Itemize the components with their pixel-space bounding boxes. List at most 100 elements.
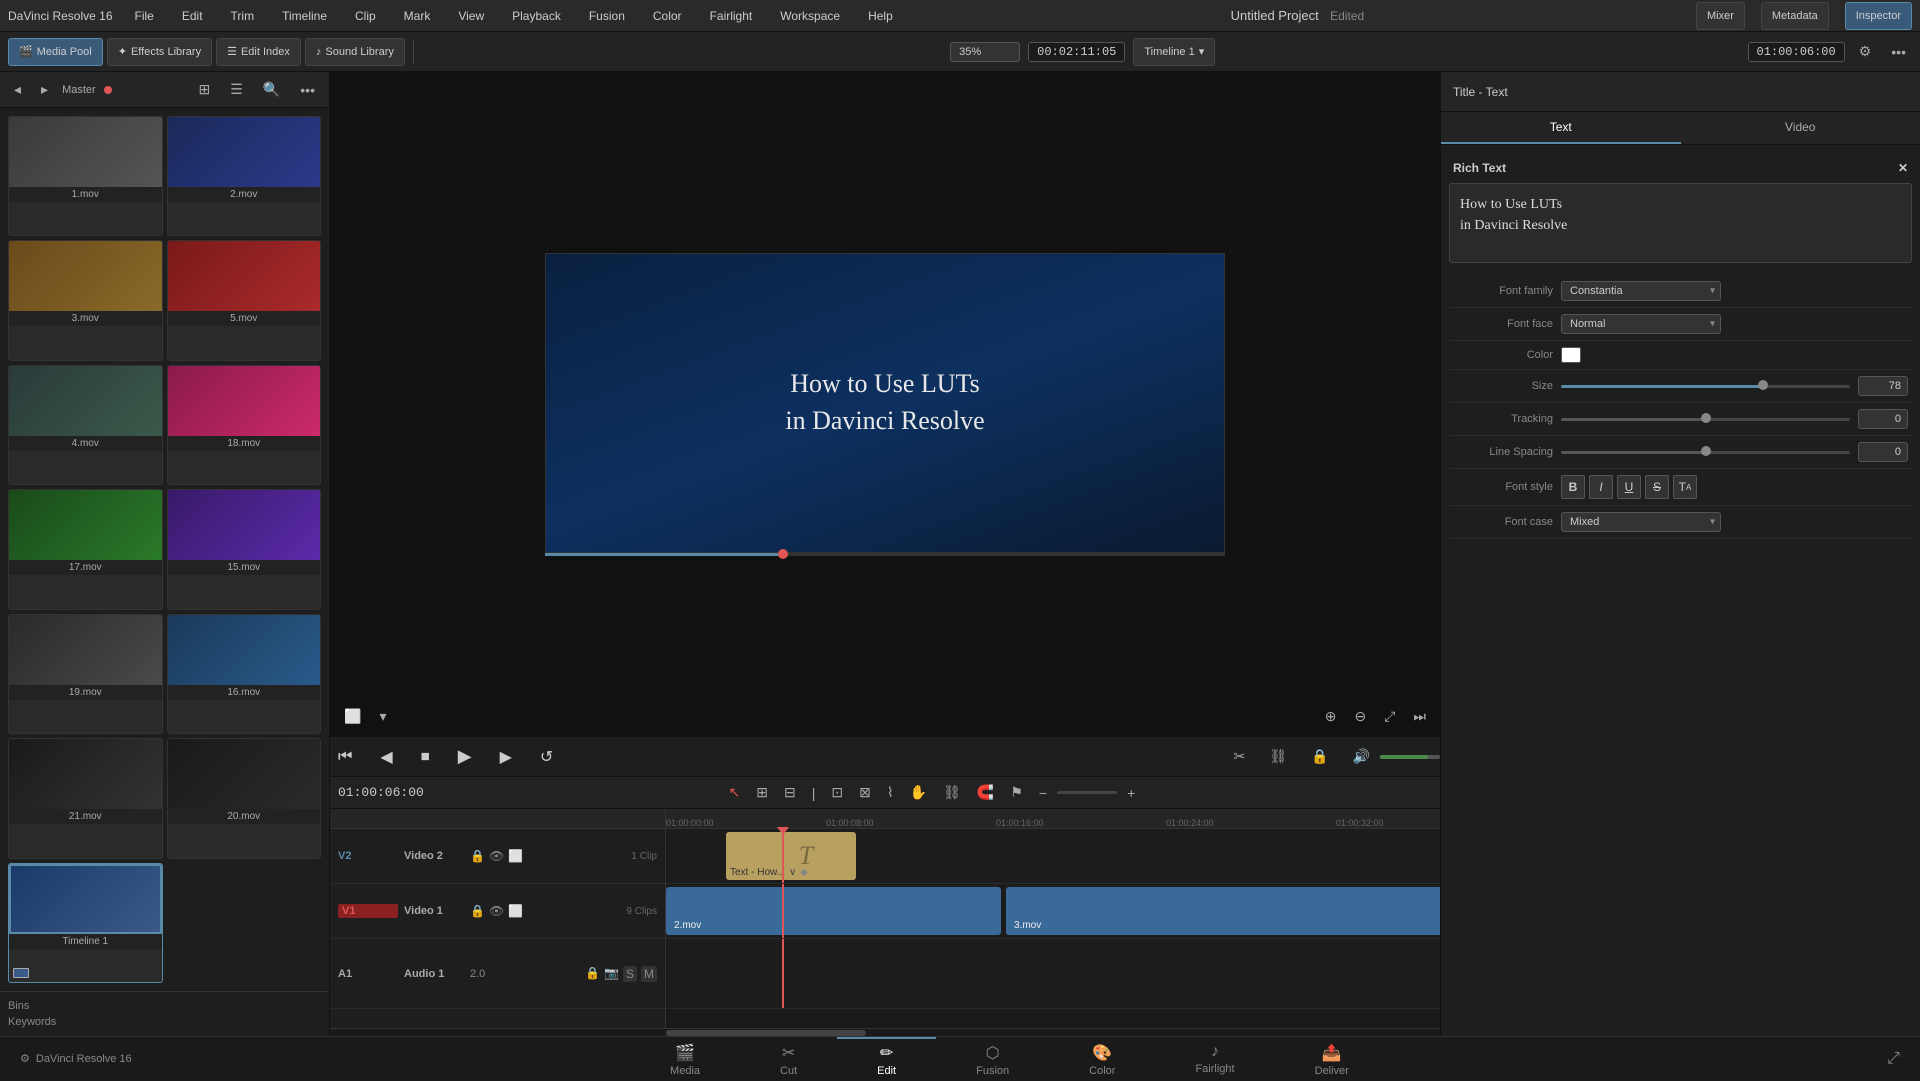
nav-forward[interactable]: ▸ bbox=[35, 78, 54, 101]
list-item[interactable]: 21.mov bbox=[8, 738, 163, 858]
zoom-in-btn[interactable]: ⊕ bbox=[1319, 705, 1343, 728]
metadata-button[interactable]: Metadata bbox=[1761, 2, 1829, 30]
size-input[interactable] bbox=[1858, 376, 1908, 396]
trim-tool[interactable]: ⊞ bbox=[750, 781, 774, 804]
menu-workspace[interactable]: Workspace bbox=[774, 5, 846, 27]
slide-tool[interactable]: ⊠ bbox=[853, 781, 877, 804]
more-options[interactable]: ••• bbox=[294, 79, 321, 101]
list-item[interactable]: 5.mov bbox=[167, 240, 322, 360]
next-frame-button[interactable]: ▶ bbox=[492, 743, 520, 771]
menu-file[interactable]: File bbox=[129, 5, 160, 27]
menu-mark[interactable]: Mark bbox=[398, 5, 437, 27]
strikethrough-button[interactable]: S bbox=[1645, 475, 1669, 499]
nav-edit[interactable]: ✏ Edit bbox=[837, 1037, 936, 1081]
menu-help[interactable]: Help bbox=[862, 5, 899, 27]
a1-s-button[interactable]: S bbox=[623, 966, 637, 982]
maximize-icon[interactable]: ⤢ bbox=[1887, 1050, 1900, 1067]
tracking-input[interactable] bbox=[1858, 409, 1908, 429]
a1-camera-icon[interactable]: 📷 bbox=[604, 966, 619, 982]
line-spacing-thumb[interactable] bbox=[1701, 446, 1711, 456]
eye-icon[interactable]: 👁 bbox=[489, 849, 504, 863]
list-item[interactable]: 19.mov bbox=[8, 614, 163, 734]
line-spacing-input[interactable] bbox=[1858, 442, 1908, 462]
tab-video[interactable]: Video bbox=[1681, 112, 1920, 144]
hand-tool[interactable]: ✋ bbox=[904, 781, 933, 804]
mixer-button[interactable]: Mixer bbox=[1696, 2, 1745, 30]
preview-progress[interactable] bbox=[545, 553, 1225, 556]
go-start-button[interactable]: ⏮ bbox=[330, 744, 360, 770]
mute-button[interactable]: 🔊 bbox=[1347, 745, 1376, 768]
chevron-down-btn[interactable]: ▾ bbox=[373, 705, 392, 728]
menu-fusion[interactable]: Fusion bbox=[583, 5, 631, 27]
list-item[interactable]: 15.mov bbox=[167, 489, 322, 609]
timeline-scrollbar[interactable] bbox=[330, 1028, 1440, 1036]
size-slider-thumb[interactable] bbox=[1758, 380, 1768, 390]
view-toggle[interactable]: ⊞ bbox=[193, 78, 217, 101]
cut-tool[interactable]: ✂ bbox=[1228, 745, 1252, 768]
app-logo[interactable]: DaVinci Resolve 16 bbox=[8, 9, 113, 23]
sound-library-button[interactable]: ♪ Sound Library bbox=[305, 38, 405, 66]
font-face-select[interactable]: Normal Bold Italic Bold Italic bbox=[1561, 314, 1721, 334]
clip-mode-button[interactable]: ⬜ bbox=[338, 705, 367, 728]
list-toggle[interactable]: ☰ bbox=[224, 78, 249, 101]
list-item[interactable]: 2.mov bbox=[167, 116, 322, 236]
menu-view[interactable]: View bbox=[452, 5, 490, 27]
list-item[interactable]: 16.mov bbox=[167, 614, 322, 734]
skip-end-btn[interactable]: ⏭ bbox=[1407, 705, 1432, 728]
warp-tool[interactable]: ⌇ bbox=[881, 781, 900, 804]
v1-settings-icon[interactable]: ⬜ bbox=[508, 904, 523, 918]
menu-fairlight[interactable]: Fairlight bbox=[704, 5, 759, 27]
search-button[interactable]: 🔍 bbox=[257, 78, 286, 101]
all-caps-button[interactable]: TA bbox=[1673, 475, 1697, 499]
zoom-minus[interactable]: − bbox=[1033, 782, 1053, 804]
link-tool[interactable]: ⛓ bbox=[937, 781, 967, 804]
loop-button[interactable]: ↺ bbox=[532, 743, 561, 771]
zoom-slider[interactable] bbox=[1057, 791, 1117, 794]
menu-trim[interactable]: Trim bbox=[225, 5, 261, 27]
list-item[interactable]: 3.mov bbox=[8, 240, 163, 360]
zoom-plus[interactable]: + bbox=[1121, 782, 1141, 804]
list-item[interactable]: 1.mov bbox=[8, 116, 163, 236]
title-clip[interactable]: T Text - How... ∨ ◆ bbox=[726, 832, 856, 880]
list-item[interactable]: 20.mov bbox=[167, 738, 322, 858]
nav-media[interactable]: 🎬 Media bbox=[630, 1037, 740, 1081]
menu-clip[interactable]: Clip bbox=[349, 5, 382, 27]
fullscreen-btn[interactable]: ⤢ bbox=[1378, 705, 1401, 728]
size-slider[interactable] bbox=[1561, 385, 1850, 388]
volume-slider[interactable] bbox=[1380, 755, 1440, 759]
snap-tool[interactable]: 🧲 bbox=[971, 781, 1000, 804]
bold-button[interactable]: B bbox=[1561, 475, 1585, 499]
edit-index-button[interactable]: ☰ Edit Index bbox=[216, 38, 301, 66]
nav-fairlight[interactable]: ♪ Fairlight bbox=[1155, 1037, 1274, 1081]
tab-text[interactable]: Text bbox=[1441, 112, 1681, 144]
play-button[interactable]: ▶ bbox=[450, 742, 480, 771]
inspector-button[interactable]: Inspector bbox=[1845, 2, 1912, 30]
rich-text-editor[interactable]: How to Use LUTs in Davinci Resolve bbox=[1449, 183, 1912, 263]
lock-icon[interactable]: 🔒 bbox=[470, 849, 485, 863]
slip-tool[interactable]: ⊡ bbox=[825, 781, 849, 804]
stop-button[interactable]: ⏹ bbox=[413, 742, 438, 771]
nav-back[interactable]: ◂ bbox=[8, 78, 27, 101]
color-swatch[interactable] bbox=[1561, 347, 1581, 363]
a1-m-button[interactable]: M bbox=[641, 966, 657, 982]
list-item[interactable]: 17.mov bbox=[8, 489, 163, 609]
nav-fusion[interactable]: ⬡ Fusion bbox=[936, 1037, 1049, 1081]
scrollbar-thumb[interactable] bbox=[666, 1030, 866, 1036]
dynamic-trim[interactable]: ⊟ bbox=[778, 781, 802, 804]
timeline-item[interactable]: Timeline 1 bbox=[8, 863, 163, 983]
menu-playback[interactable]: Playback bbox=[506, 5, 567, 27]
v1-lock-icon[interactable]: 🔒 bbox=[470, 904, 485, 918]
font-family-select[interactable]: Constantia Arial Helvetica Georgia bbox=[1561, 281, 1721, 301]
menu-timeline[interactable]: Timeline bbox=[276, 5, 333, 27]
menu-edit[interactable]: Edit bbox=[176, 5, 209, 27]
timeline-select[interactable]: Timeline 1 ▾ bbox=[1133, 38, 1215, 66]
blade-tool[interactable]: | bbox=[806, 782, 822, 804]
lock-button[interactable]: 🔒 bbox=[1305, 745, 1334, 768]
a1-lock-icon[interactable]: 🔒 bbox=[585, 966, 600, 982]
zoom-select[interactable]: 35%50%75%100% bbox=[950, 42, 1020, 62]
font-case-select[interactable]: Mixed UPPERCASE lowercase Title Case bbox=[1561, 512, 1721, 532]
nav-deliver[interactable]: 📤 Deliver bbox=[1275, 1037, 1389, 1081]
effects-library-button[interactable]: ✦ Effects Library bbox=[107, 38, 212, 66]
menu-color[interactable]: Color bbox=[647, 5, 688, 27]
nav-cut[interactable]: ✂ Cut bbox=[740, 1037, 837, 1081]
